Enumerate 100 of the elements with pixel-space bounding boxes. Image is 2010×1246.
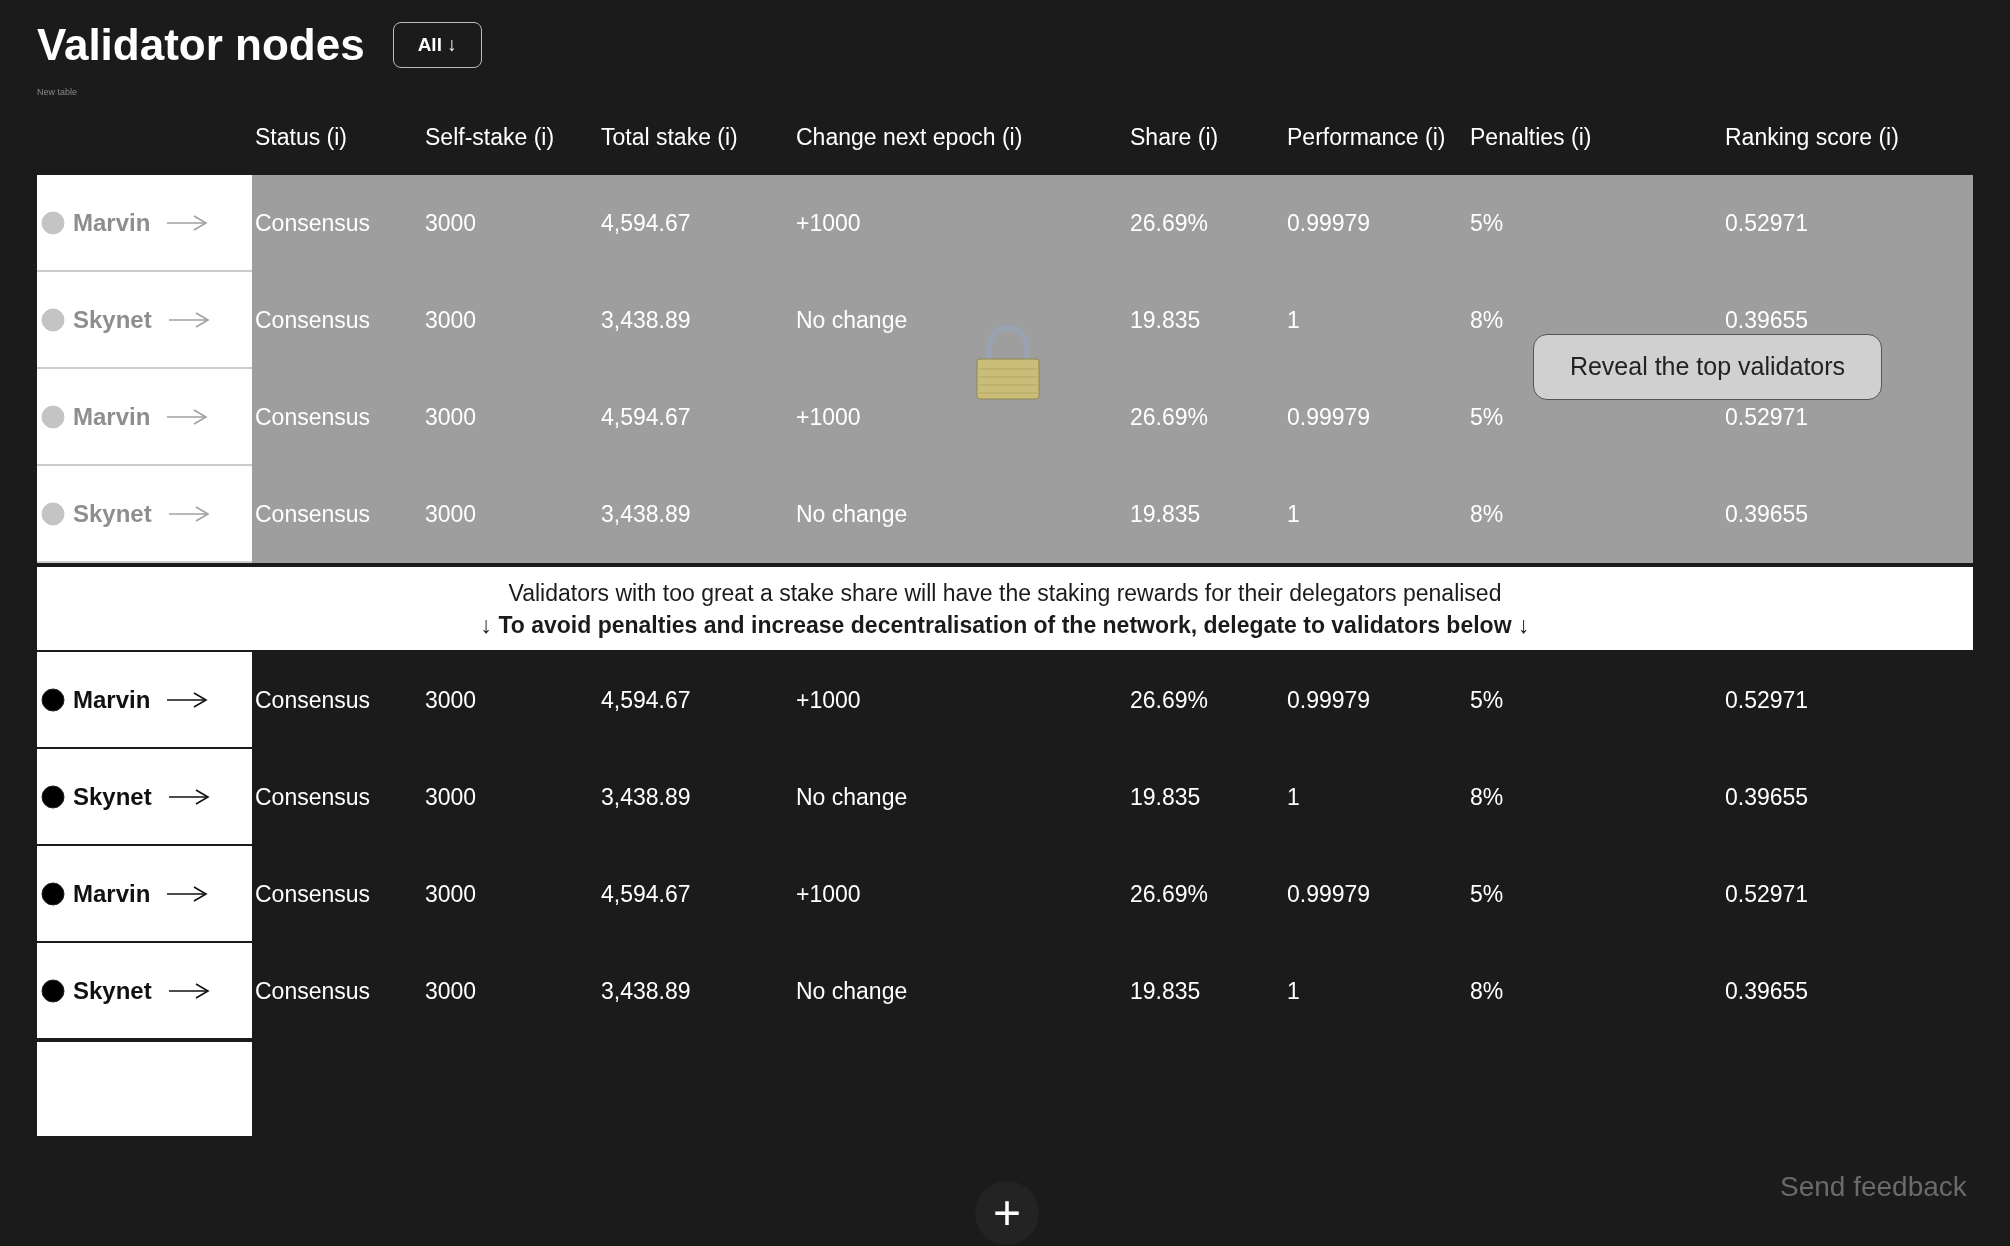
table-cell-text: 3000	[425, 783, 478, 813]
table-cell-text: 26.69%	[1130, 403, 1209, 433]
table-cell-text: 5%	[1470, 880, 1505, 910]
table-cell-text: 19.835	[1130, 977, 1202, 1007]
table-cell-text: 3000	[425, 403, 478, 433]
arrow-icon	[166, 883, 209, 904]
validator-name-cell[interactable]: Marvin	[37, 846, 252, 943]
table-cell-text: 26.69%	[1130, 686, 1209, 716]
table-cell-text: 3,438.89	[601, 977, 692, 1007]
arrow-icon	[167, 503, 210, 524]
column-header[interactable]: Change next epoch (i)	[796, 120, 1130, 155]
table-cell-text: 26.69%	[1130, 880, 1209, 910]
table-cell-text: 0.52971	[1725, 403, 1810, 433]
validator-name: Marvin	[73, 207, 151, 238]
table-cell-text: 3000	[425, 306, 478, 336]
table-cell-text: 0.39655	[1725, 500, 1810, 530]
table-cell-text: 3000	[425, 500, 478, 530]
table-cell-text: 0.52971	[1725, 209, 1810, 239]
notice-text: ↓ To avoid penalties and increase decentralisation of the network, delegate to validators below ↓	[480, 610, 1530, 640]
table-cell-text: 0.39655	[1725, 977, 1810, 1007]
caption: New table	[37, 86, 79, 99]
status-dot-icon	[41, 210, 65, 235]
status-dot-icon	[41, 501, 65, 526]
table-cell-text: 3000	[425, 686, 478, 716]
validator-name: Marvin	[73, 684, 151, 715]
table-cell-text: Consensus	[255, 209, 372, 239]
column-header[interactable]: Ranking score (i)	[1725, 120, 1973, 155]
reveal-button[interactable]: Reveal the top validators	[1533, 334, 1882, 400]
table-cell-text: 0.39655	[1725, 306, 1810, 336]
table-cell-text: 1	[1287, 500, 1301, 530]
validator-name: Marvin	[73, 878, 151, 909]
arrow-icon	[167, 786, 210, 807]
table-cell-text: 0.39655	[1725, 783, 1810, 813]
validator-name-cell[interactable]: Marvin	[37, 652, 252, 749]
table-cell-text: 5%	[1470, 686, 1505, 716]
validator-name: Marvin	[73, 401, 151, 432]
table-cell-text: 8%	[1470, 783, 1505, 813]
status-dot-icon	[41, 978, 65, 1003]
status-dot-icon	[41, 404, 65, 429]
validator-name-cell[interactable]: Skynet	[37, 749, 252, 846]
table-cell-text: +1000	[796, 686, 862, 716]
arrow-icon	[166, 689, 209, 710]
validator-name-cell[interactable]: Skynet	[37, 943, 252, 1040]
table-cell-text: No change	[796, 500, 909, 530]
table-cell-text: Consensus	[255, 306, 372, 336]
table-cell-text: Consensus	[255, 403, 372, 433]
table-cell-text: Consensus	[255, 783, 372, 813]
table-cell-text: Consensus	[255, 500, 372, 530]
column-header[interactable]: Total stake (i)	[601, 120, 796, 155]
table-cell-text: 3,438.89	[601, 306, 692, 336]
table-cell-text: 0.99979	[1287, 686, 1372, 716]
column-header[interactable]: Self-stake (i)	[425, 120, 601, 155]
table-cell-text: 0.99979	[1287, 403, 1372, 433]
validator-name: Skynet	[73, 975, 152, 1006]
table-cell-text: No change	[796, 783, 909, 813]
arrow-icon	[166, 212, 209, 233]
table-cell-text: Consensus	[255, 880, 372, 910]
table-cell-text: 8%	[1470, 306, 1505, 336]
column-header[interactable]: Performance (i)	[1287, 120, 1470, 155]
table-cell-text: 3,438.89	[601, 500, 692, 530]
table-cell-text: 19.835	[1130, 306, 1202, 336]
add-button[interactable]: +	[975, 1181, 1039, 1245]
table-cell-text: 0.52971	[1725, 686, 1810, 716]
table-cell-text: 4,594.67	[601, 403, 692, 433]
page-title: Validator nodes	[37, 19, 365, 71]
table-cell-text: +1000	[796, 209, 862, 239]
validator-name: Skynet	[73, 781, 152, 812]
table-cell-text: 1	[1287, 977, 1301, 1007]
column-header[interactable]: Penalties (i)	[1470, 120, 1725, 155]
table-cell-text: 5%	[1470, 209, 1505, 239]
filter-button[interactable]: All ↓	[392, 22, 482, 68]
table-cell-text: 19.835	[1130, 783, 1202, 813]
table-cell-text: 1	[1287, 783, 1301, 813]
table-cell-text: 4,594.67	[601, 209, 692, 239]
table-cell-text: No change	[796, 306, 909, 336]
column-header[interactable]: Status (i)	[255, 120, 425, 155]
arrow-icon	[166, 406, 209, 427]
table-cell-text: 0.99979	[1287, 880, 1372, 910]
table-cell-text: 8%	[1470, 500, 1505, 530]
padlock-icon	[975, 325, 1041, 401]
table-cell-text: Consensus	[255, 977, 372, 1007]
arrow-icon	[167, 980, 210, 1001]
status-dot-icon	[41, 784, 65, 809]
table-cell-text: 8%	[1470, 977, 1505, 1007]
table-cell-text: 1	[1287, 306, 1301, 336]
table-cell-text: +1000	[796, 403, 862, 433]
notice-text: Validators with too great a stake share will have the staking rewards for their delegators penalised	[508, 578, 1502, 608]
table-cell-text: Consensus	[255, 686, 372, 716]
column-header[interactable]: Share (i)	[1130, 120, 1287, 155]
table-cell-text: +1000	[796, 880, 862, 910]
table-cell-text: 26.69%	[1130, 209, 1209, 239]
validator-name: Skynet	[73, 304, 152, 335]
table-cell-text: 19.835	[1130, 500, 1202, 530]
table-cell-text: No change	[796, 977, 909, 1007]
table-cell-text: 0.99979	[1287, 209, 1372, 239]
table-cell-text: 3,438.89	[601, 783, 692, 813]
table-cell-text: 3000	[425, 880, 478, 910]
table-cell-text: 3000	[425, 209, 478, 239]
table-cell-text: 4,594.67	[601, 880, 692, 910]
table-cell-text: 0.52971	[1725, 880, 1810, 910]
